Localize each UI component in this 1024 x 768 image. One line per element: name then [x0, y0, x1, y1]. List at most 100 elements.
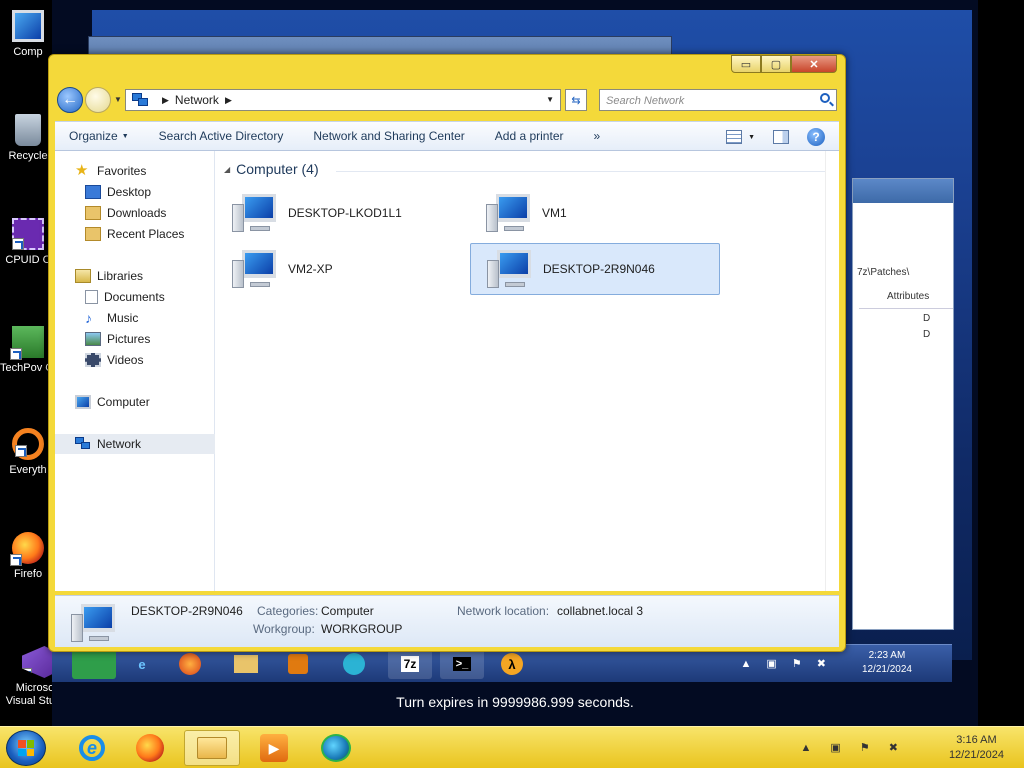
categories-value: Computer — [321, 604, 374, 618]
windows-logo-icon — [18, 740, 34, 756]
cpuid-icon — [12, 218, 44, 250]
details-item-name: DESKTOP-2R9N046 — [131, 604, 243, 618]
taskbar-remote-app[interactable] — [308, 730, 364, 766]
content-area: ★ Favorites Desktop Downloads Recent Pla… — [55, 151, 839, 591]
refresh-button[interactable]: ⇆ — [565, 89, 587, 111]
breadcrumb-network[interactable]: Network — [175, 93, 219, 107]
visual-studio-icon — [22, 646, 54, 678]
computer-item[interactable]: DESKTOP-LKOD1L1 — [216, 187, 466, 239]
network-sharing-center-button[interactable]: Network and Sharing Center — [313, 129, 464, 143]
search-input[interactable]: Search Network — [599, 89, 837, 111]
group-header-computer[interactable]: ◢ Computer (4) — [224, 161, 319, 177]
pictures-icon — [85, 332, 101, 346]
close-button[interactable]: ✕ — [791, 55, 837, 73]
vm-taskbar-ie[interactable]: e — [120, 649, 164, 679]
minimize-button[interactable]: ▭ — [731, 55, 761, 73]
taskbar-internet-explorer[interactable]: e — [64, 730, 120, 766]
vertical-scrollbar[interactable] — [825, 151, 839, 591]
breadcrumb-chevron-icon[interactable]: ▶ — [162, 95, 169, 106]
view-options-icon — [726, 130, 743, 144]
more-commands-button[interactable]: » — [594, 129, 601, 143]
add-printer-button[interactable]: Add a printer — [495, 129, 564, 143]
7zip-icon: 7z — [400, 656, 420, 672]
computer-item-selected[interactable]: DESKTOP-2R9N046 — [470, 243, 720, 295]
maximize-button[interactable]: ▢ — [761, 55, 791, 73]
vm-taskbar-app[interactable] — [72, 649, 116, 679]
videos-icon — [85, 353, 101, 367]
address-dropdown-icon[interactable]: ▼ — [546, 95, 554, 104]
item-label: VM2-XP — [288, 262, 333, 276]
vm-taskbar-cmd[interactable]: >_ — [440, 649, 484, 679]
nav-network[interactable]: Network — [55, 434, 215, 454]
nav-pictures[interactable]: Pictures — [55, 329, 215, 349]
nav-desktop[interactable]: Desktop — [55, 182, 215, 202]
vm-taskbar-remote[interactable] — [332, 649, 376, 679]
nav-recent-places[interactable]: Recent Places — [55, 224, 215, 244]
vm-clock[interactable]: 2:23 AM 12/21/2024 — [862, 649, 912, 677]
computer-item[interactable]: VM2-XP — [216, 243, 466, 295]
address-bar[interactable]: ▶ Network ▶ ▼ — [125, 89, 561, 111]
taskbar-file-explorer[interactable] — [184, 730, 240, 766]
back-button[interactable]: ← — [57, 87, 83, 113]
nav-documents[interactable]: Documents — [55, 287, 215, 307]
network-icon — [132, 93, 150, 107]
organize-label: Organize — [69, 129, 118, 143]
vm-taskbar-explorer[interactable] — [224, 649, 268, 679]
nav-computer[interactable]: Computer — [55, 392, 215, 412]
remote-app-icon — [321, 734, 351, 762]
nav-music[interactable]: ♪ Music — [55, 308, 215, 328]
organize-menu[interactable]: Organize ▼ — [69, 129, 129, 143]
background-explorer-window[interactable]: 7z\Patches\ Attributes D D — [852, 178, 954, 630]
change-view-button[interactable]: ▼ — [726, 130, 755, 144]
vm-taskbar-media[interactable] — [276, 649, 320, 679]
details-pane: DESKTOP-2R9N046 Categories: Computer Wor… — [55, 595, 839, 647]
nav-label: Videos — [107, 353, 144, 367]
breadcrumb-chevron-icon[interactable]: ▶ — [225, 95, 232, 106]
item-label: VM1 — [542, 206, 567, 220]
explorer-window[interactable]: ▭ ▢ ✕ ← ▼ ▶ Network ▶ ▼ ⇆ Search Network… — [48, 54, 846, 652]
nav-videos[interactable]: Videos — [55, 350, 215, 370]
search-icon[interactable] — [820, 93, 830, 103]
attributes-column-header[interactable]: Attributes — [859, 291, 953, 309]
group-label: Computer (4) — [236, 161, 319, 177]
vm-taskbar-firefox[interactable] — [168, 649, 212, 679]
desktop-icon-computer[interactable]: Comp — [0, 10, 56, 59]
item-label: DESKTOP-2R9N046 — [543, 262, 655, 276]
nav-label: Music — [107, 311, 139, 325]
refresh-icon: ⇆ — [571, 94, 581, 107]
host-tray-icons[interactable]: ▲ ▣ ⚑ ✖ — [800, 741, 906, 754]
recent-pages-dropdown[interactable]: ▼ — [114, 95, 122, 104]
taskbar-firefox[interactable] — [122, 730, 178, 766]
gpuz-icon — [10, 326, 44, 360]
recent-places-icon — [85, 227, 101, 241]
navigation-pane: ★ Favorites Desktop Downloads Recent Pla… — [55, 151, 215, 591]
forward-button[interactable] — [85, 87, 111, 113]
search-active-directory-button[interactable]: Search Active Directory — [159, 129, 284, 143]
network-computer-icon — [232, 192, 280, 234]
nav-favorites[interactable]: ★ Favorites — [55, 161, 215, 181]
attribute-cell: D — [923, 329, 931, 340]
nav-label: Pictures — [107, 332, 151, 346]
host-clock[interactable]: 3:16 AM 12/21/2024 — [949, 733, 1004, 763]
nav-label: Network — [97, 437, 142, 451]
vm-clock-date: 12/21/2024 — [861, 664, 912, 675]
star-icon: ★ — [75, 162, 89, 179]
computer-icon — [12, 10, 44, 42]
nav-libraries[interactable]: Libraries — [55, 266, 215, 286]
computer-item[interactable]: VM1 — [470, 187, 720, 239]
network-location-label: Network location: — [457, 604, 550, 618]
taskbar-media-player[interactable]: ▶ — [246, 730, 302, 766]
vm-taskbar-7zip[interactable]: 7z — [388, 649, 432, 679]
nav-label: Desktop — [107, 185, 152, 199]
vm-tray-icons[interactable]: ▲ ▣ ⚑ ✖ — [740, 657, 832, 670]
network-icon — [75, 437, 91, 451]
vm-taskbar-halflife[interactable]: λ — [490, 649, 534, 679]
item-label: DESKTOP-LKOD1L1 — [288, 206, 402, 220]
host-clock-time: 3:16 AM — [956, 734, 997, 746]
preview-pane-icon[interactable] — [773, 130, 789, 144]
folder-icon — [197, 737, 227, 759]
start-button[interactable] — [6, 730, 46, 766]
help-icon[interactable]: ? — [807, 128, 825, 146]
nav-downloads[interactable]: Downloads — [55, 203, 215, 223]
collapse-triangle-icon: ◢ — [224, 164, 231, 174]
